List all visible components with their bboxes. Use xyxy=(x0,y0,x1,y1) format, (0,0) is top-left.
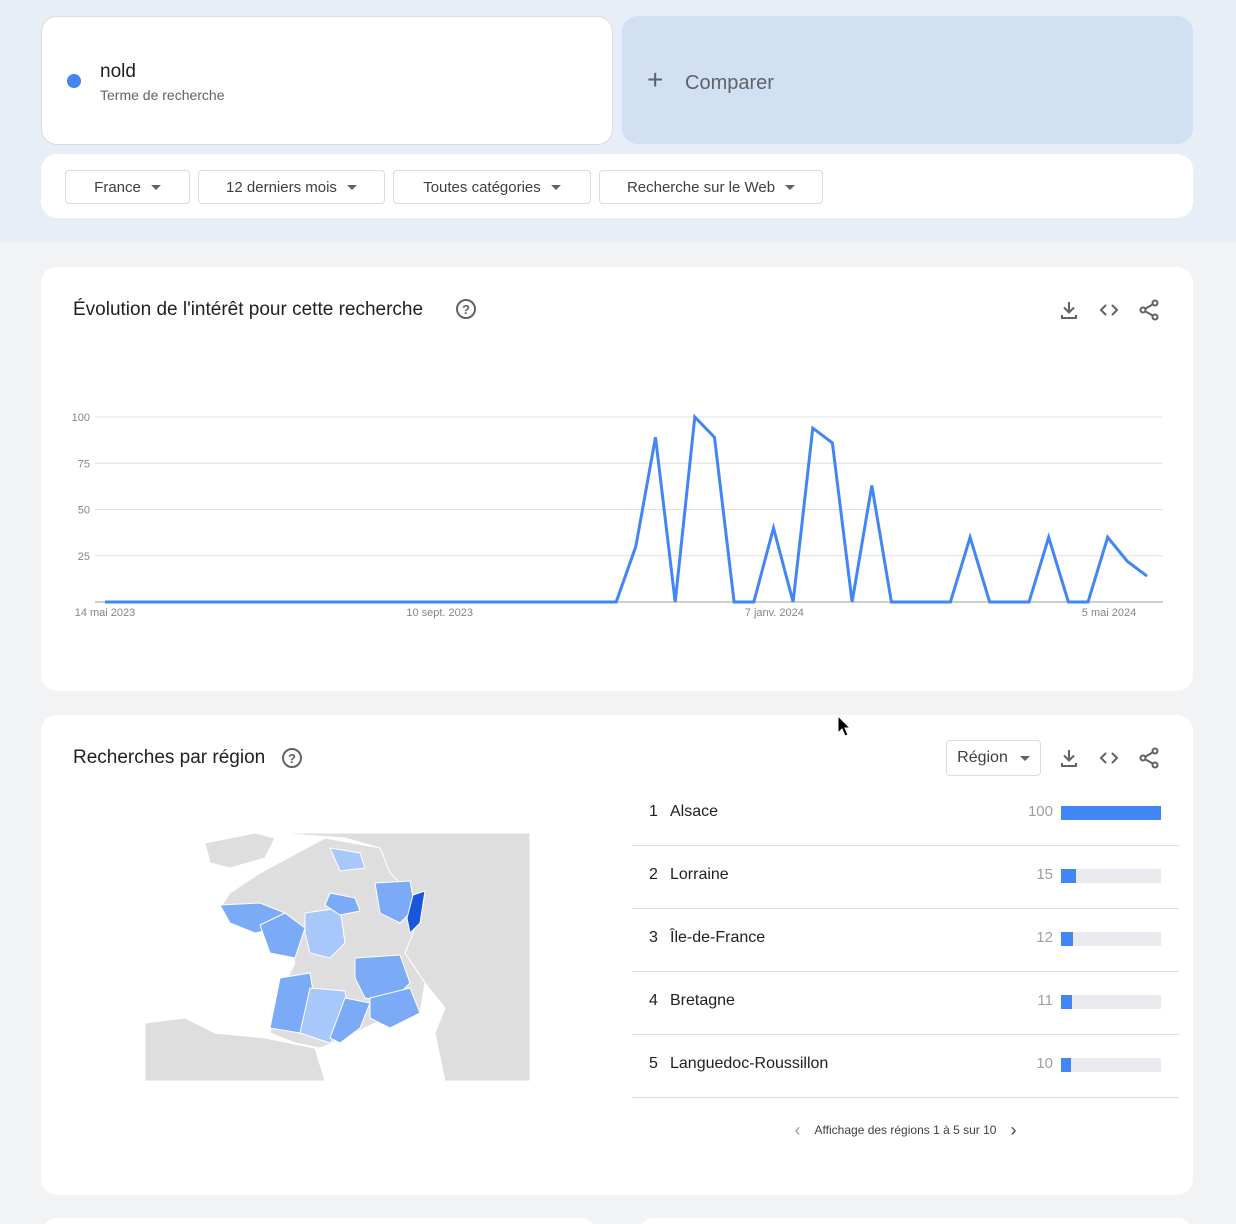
filter-search-type[interactable]: Recherche sur le Web xyxy=(599,170,823,204)
region-name: Languedoc-Roussillon xyxy=(670,1055,829,1072)
share-icon[interactable] xyxy=(1137,746,1161,770)
interest-over-time-card: Évolution de l'intérêt pour cette recher… xyxy=(41,267,1193,691)
download-icon[interactable] xyxy=(1057,298,1081,322)
region-pager: ‹ Affichage des régions 1 à 5 sur 10 › xyxy=(632,1115,1179,1145)
plus-icon: + xyxy=(647,64,664,95)
region-bar-track xyxy=(1061,932,1161,946)
embed-code-icon[interactable] xyxy=(1097,298,1121,322)
next-card-left xyxy=(41,1218,596,1224)
region-bar-fill xyxy=(1061,1058,1071,1072)
region-bar-track xyxy=(1061,869,1161,883)
region-map[interactable] xyxy=(145,833,530,1081)
filter-geo[interactable]: France xyxy=(65,170,190,204)
chevron-left-icon[interactable]: ‹ xyxy=(795,1120,801,1141)
region-value: 15 xyxy=(1036,866,1053,883)
filter-category-label: Toutes catégories xyxy=(423,178,541,196)
region-rank: 2 xyxy=(649,866,658,883)
filter-time-label: 12 derniers mois xyxy=(226,178,337,196)
interest-title: Évolution de l'intérêt pour cette recher… xyxy=(73,299,424,320)
region-row[interactable]: 5 Languedoc-Roussillon 10 xyxy=(632,1035,1179,1098)
region-bar-track xyxy=(1061,1058,1161,1072)
help-icon[interactable]: ? xyxy=(282,748,302,768)
share-icon[interactable] xyxy=(1137,298,1161,322)
chevron-right-icon[interactable]: › xyxy=(1010,1120,1016,1141)
search-term-type: Terme de recherche xyxy=(100,87,225,103)
pager-text: Affichage des régions 1 à 5 sur 10 xyxy=(814,1123,997,1137)
x-tick-label: 5 mai 2024 xyxy=(1082,607,1136,619)
region-rank: 1 xyxy=(649,803,658,820)
region-row[interactable]: 3 Île-de-France 12 xyxy=(632,909,1179,972)
region-dropdown-label: Région xyxy=(957,749,1008,766)
region-bar-fill xyxy=(1061,869,1076,883)
compare-label: Comparer xyxy=(685,72,774,94)
region-value: 10 xyxy=(1036,1055,1053,1072)
region-bar-track xyxy=(1061,806,1161,820)
search-term-name[interactable]: nold xyxy=(100,61,136,83)
caret-down-icon xyxy=(150,184,161,190)
region-title: Recherches par région xyxy=(73,747,266,768)
filter-search-type-label: Recherche sur le Web xyxy=(626,178,776,196)
mouse-cursor-icon xyxy=(837,715,852,737)
filter-geo-label: France xyxy=(94,178,141,196)
help-icon[interactable]: ? xyxy=(456,299,476,319)
region-resolution-dropdown[interactable]: Région xyxy=(946,740,1041,776)
y-tick-label: 50 xyxy=(78,505,90,517)
region-row[interactable]: 4 Bretagne 11 xyxy=(632,972,1179,1035)
region-value: 100 xyxy=(1027,803,1053,820)
y-tick-label: 75 xyxy=(78,458,90,470)
region-rank: 4 xyxy=(649,992,658,1009)
filters-bar: France 12 derniers mois Toutes catégorie… xyxy=(41,154,1193,218)
region-row[interactable]: 1 Alsace 100 xyxy=(632,783,1179,846)
next-card-right xyxy=(638,1218,1193,1224)
x-tick-label: 14 mai 2023 xyxy=(75,607,136,619)
region-name: Lorraine xyxy=(670,866,729,883)
region-name: Île-de-France xyxy=(670,929,766,946)
x-tick-label: 7 janv. 2024 xyxy=(745,607,804,619)
x-tick-label: 10 sept. 2023 xyxy=(406,607,473,619)
filter-category[interactable]: Toutes catégories xyxy=(393,170,591,204)
embed-code-icon[interactable] xyxy=(1097,746,1121,770)
caret-down-icon xyxy=(550,184,561,190)
region-rank: 3 xyxy=(649,929,658,946)
filter-time[interactable]: 12 derniers mois xyxy=(198,170,385,204)
region-bar-fill xyxy=(1061,932,1073,946)
region-value: 11 xyxy=(1037,992,1053,1009)
download-icon[interactable] xyxy=(1057,746,1081,770)
caret-down-icon xyxy=(346,184,357,190)
caret-down-icon xyxy=(1019,755,1030,761)
region-rank: 5 xyxy=(649,1055,658,1072)
region-bar-fill xyxy=(1061,806,1161,820)
region-value: 12 xyxy=(1036,929,1053,946)
interest-by-region-card: Recherches par région ? Région 1 Alsace … xyxy=(41,715,1193,1195)
interest-line-chart: 25 50 75 100 14 mai 2023 10 sept. 2023 7 janv.… xyxy=(72,412,1163,619)
region-bar-fill xyxy=(1061,995,1072,1009)
caret-down-icon xyxy=(785,184,796,190)
term-color-dot xyxy=(67,74,81,88)
y-tick-label: 25 xyxy=(78,551,90,563)
region-name: Bretagne xyxy=(670,992,735,1009)
search-term-card[interactable]: nold Terme de recherche xyxy=(41,16,613,145)
region-bar-track xyxy=(1061,995,1161,1009)
region-row[interactable]: 2 Lorraine 15 xyxy=(632,846,1179,909)
region-name: Alsace xyxy=(670,803,719,820)
compare-button[interactable]: + Comparer xyxy=(622,16,1193,144)
y-tick-label: 100 xyxy=(72,412,90,424)
